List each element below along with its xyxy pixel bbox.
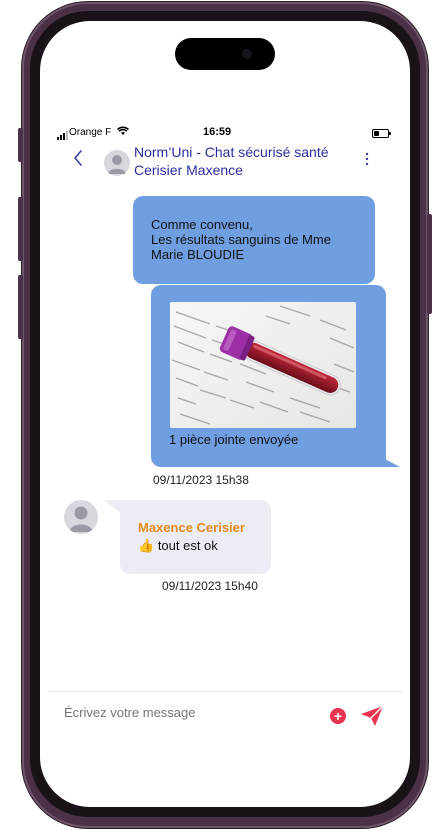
message-text: 👍 tout est ok bbox=[138, 538, 218, 554]
carrier-label: Orange F bbox=[69, 127, 112, 138]
incoming-message: Maxence Cerisier 👍 tout est ok bbox=[120, 500, 271, 574]
send-icon[interactable] bbox=[360, 705, 384, 732]
more-options-icon[interactable] bbox=[364, 151, 370, 167]
side-button-volume-down bbox=[18, 275, 23, 339]
attachment-caption: 1 pièce jointe envoyée bbox=[169, 432, 299, 447]
status-bar: Orange F 16:59 bbox=[40, 125, 410, 141]
signal-icon bbox=[57, 129, 69, 140]
side-button-action bbox=[18, 128, 23, 162]
sender-name: Maxence Cerisier bbox=[138, 520, 245, 535]
message-timestamp: 09/11/2023 15h38 bbox=[153, 473, 249, 487]
blood-test-tube-image bbox=[170, 302, 356, 428]
wifi-icon bbox=[117, 126, 129, 139]
add-attachment-button[interactable]: + bbox=[330, 708, 346, 724]
message-line: Marie BLOUDIE bbox=[151, 247, 245, 262]
contact-name: Cerisier Maxence bbox=[134, 162, 243, 178]
phone-screen: Orange F 16:59 Norm’Uni - Chat sécurisé … bbox=[40, 21, 410, 807]
back-chevron-icon[interactable] bbox=[72, 148, 84, 174]
person-icon bbox=[69, 506, 93, 532]
outgoing-message: Comme convenu, Les résultats sanguins de… bbox=[133, 196, 375, 284]
message-timestamp: 09/11/2023 15h40 bbox=[162, 579, 258, 593]
person-icon bbox=[108, 155, 126, 174]
contact-avatar bbox=[104, 150, 130, 176]
thumbs-up-emoji: 👍 bbox=[138, 538, 155, 553]
outgoing-attachment-message[interactable]: 1 pièce jointe envoyée bbox=[151, 285, 386, 467]
message-line: Comme convenu, bbox=[151, 217, 253, 232]
composer-divider bbox=[48, 691, 402, 692]
sender-avatar bbox=[64, 500, 98, 534]
clock: 16:59 bbox=[203, 126, 232, 138]
message-line: Les résultats sanguins de Mme bbox=[151, 232, 331, 247]
attachment-image[interactable] bbox=[170, 302, 356, 428]
side-button-power bbox=[427, 214, 432, 314]
message-body: tout est ok bbox=[157, 538, 218, 553]
dynamic-island bbox=[175, 38, 275, 70]
side-button-volume-up bbox=[18, 197, 23, 261]
message-input[interactable] bbox=[64, 705, 324, 720]
chat-title: Norm’Uni - Chat sécurisé santé bbox=[134, 144, 329, 160]
camera-icon bbox=[242, 49, 252, 59]
battery-icon bbox=[372, 129, 391, 138]
